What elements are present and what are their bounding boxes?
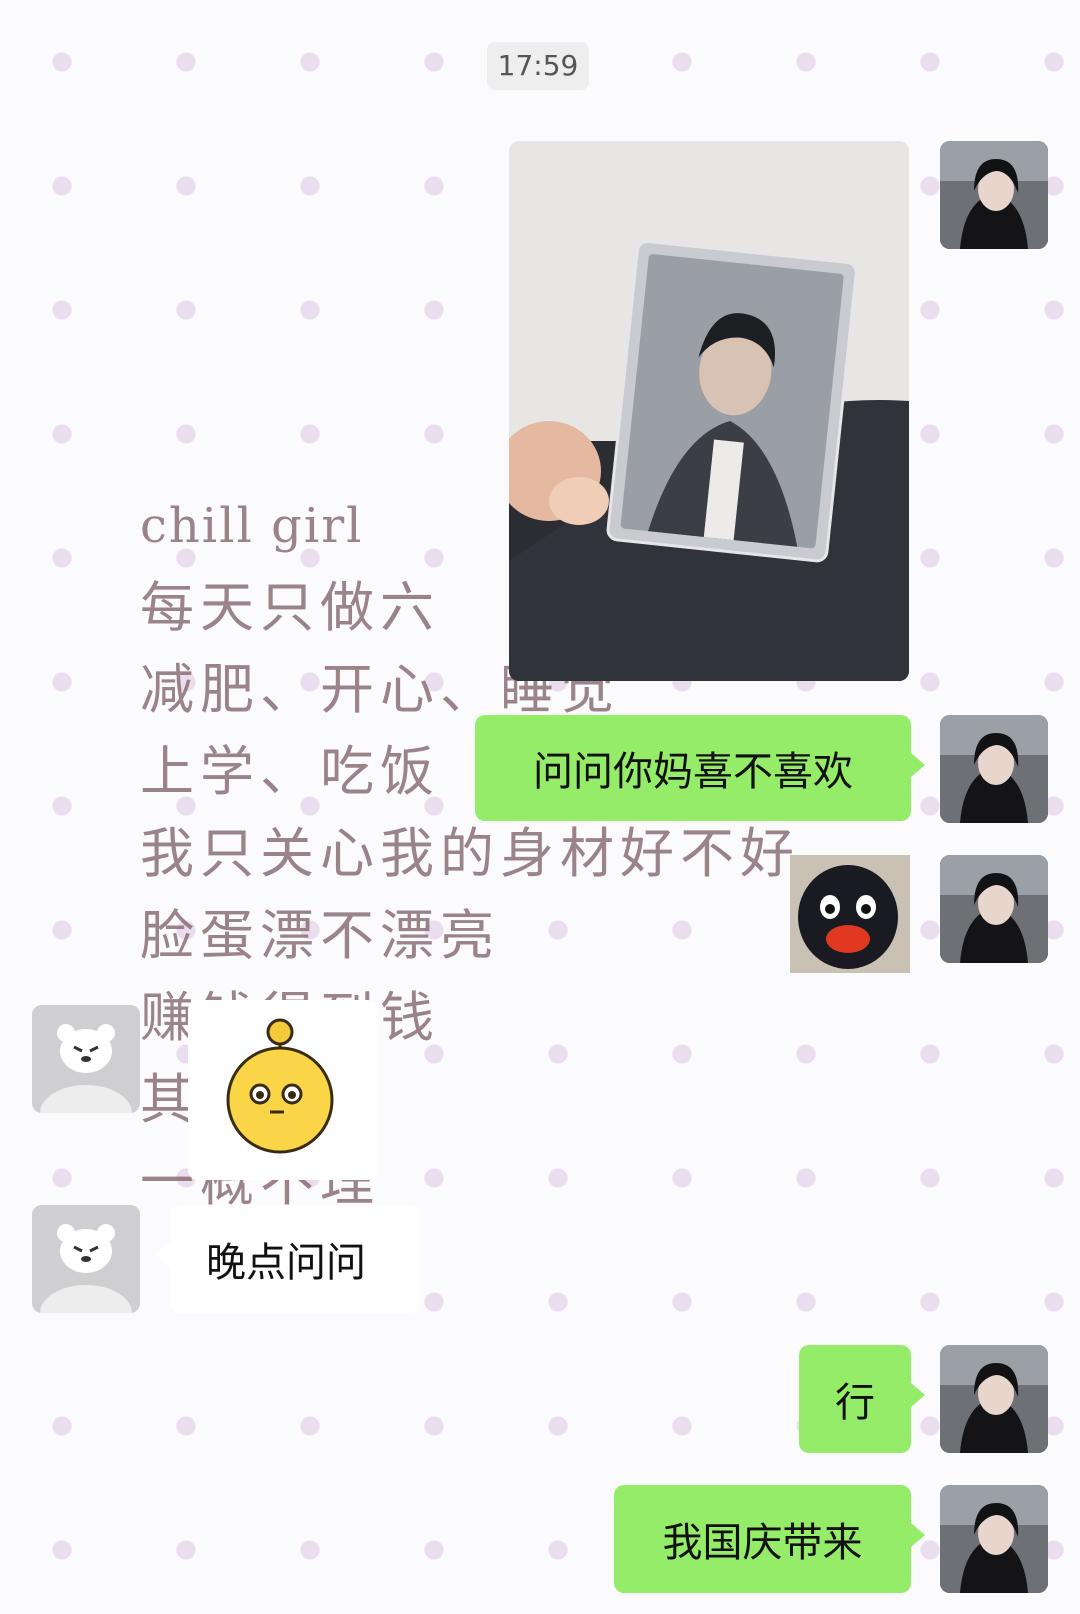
chat-bubble-received[interactable]: 晚点问问 bbox=[156, 1205, 420, 1313]
avatar[interactable] bbox=[940, 141, 1048, 249]
avatar[interactable] bbox=[940, 1345, 1048, 1453]
yellow-blob-sticker[interactable] bbox=[188, 1000, 378, 1180]
avatar[interactable] bbox=[32, 1005, 140, 1113]
message-timestamp: 17:59 bbox=[487, 42, 589, 90]
user-avatar-icon bbox=[940, 715, 1048, 823]
user-avatar-icon bbox=[940, 1485, 1048, 1593]
user-avatar-icon bbox=[940, 141, 1048, 249]
photo-card-image bbox=[509, 141, 909, 681]
avatar[interactable] bbox=[940, 715, 1048, 823]
avatar[interactable] bbox=[940, 1485, 1048, 1593]
photo-message[interactable] bbox=[509, 141, 909, 681]
user-avatar-icon bbox=[940, 1345, 1048, 1453]
chat-window: chill girl 每天只做六 减肥、开心、睡觉 上学、吃饭 我只关心我的身材… bbox=[0, 0, 1080, 1614]
bear-avatar-icon bbox=[32, 1205, 140, 1313]
penguin-sticker-icon bbox=[790, 855, 910, 973]
chat-bubble-sent[interactable]: 问问你妈喜不喜欢 bbox=[475, 715, 925, 821]
user-avatar-icon bbox=[940, 855, 1048, 963]
avatar[interactable] bbox=[940, 855, 1048, 963]
bear-avatar-icon bbox=[32, 1005, 140, 1113]
penguin-sticker[interactable] bbox=[790, 855, 910, 973]
yellow-blob-sticker-icon bbox=[226, 1018, 334, 1154]
chat-bubble-sent[interactable]: 我国庆带来 bbox=[614, 1485, 925, 1593]
avatar[interactable] bbox=[32, 1205, 140, 1313]
chat-bubble-sent[interactable]: 行 bbox=[799, 1345, 925, 1453]
